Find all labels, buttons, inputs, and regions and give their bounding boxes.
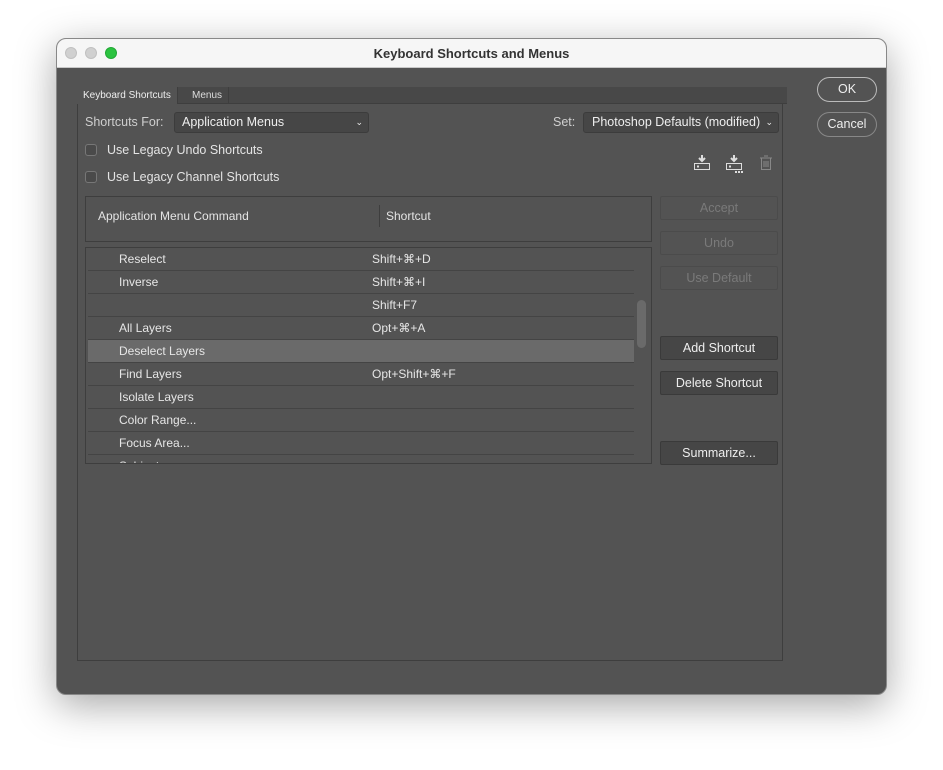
- tab-menus[interactable]: Menus: [186, 87, 230, 104]
- table-row[interactable]: Subject: [88, 455, 634, 463]
- delete-set-icon[interactable]: [759, 155, 773, 171]
- table-header: Application Menu Command Shortcut: [85, 196, 652, 242]
- shortcuts-for-value: Application Menus: [182, 115, 285, 129]
- legacy-undo-checkbox[interactable]: [85, 144, 97, 156]
- command-cell: Inverse: [119, 275, 159, 289]
- shortcut-cell[interactable]: Opt+⌘+A: [372, 317, 425, 339]
- add-shortcut-button[interactable]: Add Shortcut: [660, 336, 778, 360]
- delete-shortcut-button[interactable]: Delete Shortcut: [660, 371, 778, 395]
- command-cell: Subject: [119, 455, 159, 463]
- shortcut-cell[interactable]: Shift+⌘+D: [372, 248, 431, 270]
- scrollbar-thumb[interactable]: [637, 300, 646, 348]
- window-title: Keyboard Shortcuts and Menus: [373, 46, 570, 61]
- command-cell: Reselect: [119, 252, 166, 266]
- title-bar: Keyboard Shortcuts and Menus: [57, 39, 886, 68]
- table-row[interactable]: Deselect Layers: [88, 340, 634, 363]
- legacy-undo-label: Use Legacy Undo Shortcuts: [107, 143, 263, 157]
- shortcut-cell[interactable]: Opt+Shift+⌘+F: [372, 363, 456, 385]
- column-header-shortcut[interactable]: Shortcut: [386, 209, 431, 223]
- shortcuts-for-select[interactable]: Application Menus ⌄: [174, 112, 369, 133]
- ok-button[interactable]: OK: [817, 77, 877, 102]
- summarize-button[interactable]: Summarize...: [660, 441, 778, 465]
- command-cell: Find Layers: [119, 367, 182, 381]
- set-value: Photoshop Defaults (modified): [592, 115, 761, 129]
- table-row[interactable]: Focus Area...: [88, 432, 634, 455]
- use-default-button[interactable]: Use Default: [660, 266, 778, 290]
- shortcut-cell[interactable]: Shift+⌘+I: [372, 271, 425, 293]
- column-header-command[interactable]: Application Menu Command: [98, 209, 249, 223]
- chevron-down-icon: ⌄: [765, 117, 773, 127]
- save-set-as-icon[interactable]: [725, 154, 743, 174]
- set-label: Set:: [553, 115, 576, 129]
- set-select[interactable]: Photoshop Defaults (modified) ⌄: [583, 112, 779, 133]
- shortcut-list: Reselect Shift+⌘+D Inverse Shift+⌘+I Shift+F…: [85, 247, 652, 464]
- command-cell: Color Range...: [119, 413, 197, 427]
- chevron-down-icon: ⌄: [355, 117, 363, 127]
- command-cell: Isolate Layers: [119, 390, 194, 404]
- table-row[interactable]: Reselect Shift+⌘+D: [88, 248, 634, 271]
- shortcuts-for-label: Shortcuts For:: [85, 115, 164, 129]
- dialog-window: Keyboard Shortcuts and Menus Keyboard Sh…: [56, 38, 887, 695]
- tab-bar: Keyboard Shortcuts Menus: [77, 87, 787, 104]
- table-row[interactable]: Color Range...: [88, 409, 634, 432]
- table-row[interactable]: Isolate Layers: [88, 386, 634, 409]
- save-set-icon[interactable]: [693, 154, 711, 172]
- tab-keyboard-shortcuts[interactable]: Keyboard Shortcuts: [77, 87, 178, 104]
- table-row[interactable]: Shift+F7: [88, 294, 634, 317]
- table-row[interactable]: Inverse Shift+⌘+I: [88, 271, 634, 294]
- command-cell: Deselect Layers: [119, 344, 206, 358]
- accept-button[interactable]: Accept: [660, 196, 778, 220]
- undo-button[interactable]: Undo: [660, 231, 778, 255]
- column-divider: [379, 205, 380, 227]
- table-row[interactable]: Find Layers Opt+Shift+⌘+F: [88, 363, 634, 386]
- command-cell: All Layers: [119, 321, 172, 335]
- table-row[interactable]: All Layers Opt+⌘+A: [88, 317, 634, 340]
- cancel-button[interactable]: Cancel: [817, 112, 877, 137]
- legacy-channel-checkbox[interactable]: [85, 171, 97, 183]
- command-cell: Focus Area...: [119, 436, 190, 450]
- shortcut-cell[interactable]: Shift+F7: [372, 294, 417, 316]
- legacy-channel-label: Use Legacy Channel Shortcuts: [107, 170, 280, 184]
